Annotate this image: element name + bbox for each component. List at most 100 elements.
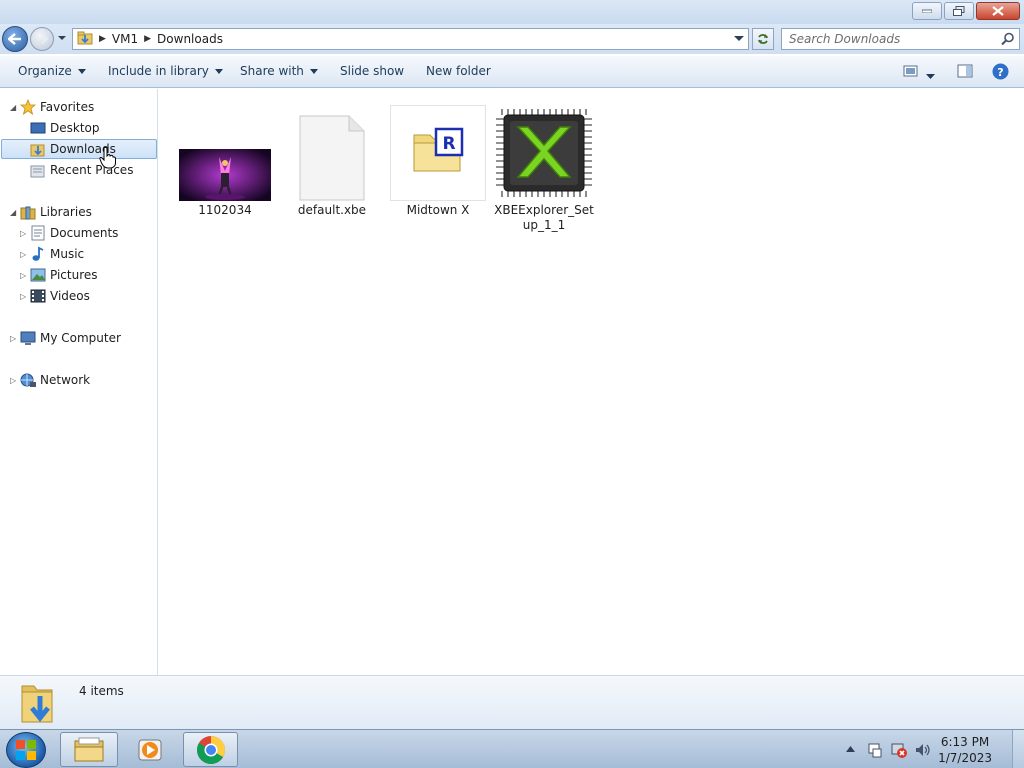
expand-music-toggle[interactable]: ▷ — [20, 250, 26, 259]
breadcrumb-separator[interactable]: ▶ — [144, 34, 151, 44]
chevron-down-icon — [214, 68, 223, 74]
svg-text:R: R — [442, 134, 455, 154]
taskbar-chrome-button[interactable] — [183, 732, 238, 767]
hand-cursor-icon — [99, 147, 116, 169]
file-item[interactable]: R Midtown X — [388, 97, 488, 218]
back-button[interactable] — [2, 26, 28, 52]
nav-libraries-label: Libraries — [40, 205, 92, 219]
forward-button[interactable] — [30, 27, 54, 51]
collapse-libraries-toggle[interactable]: ◢ — [10, 208, 16, 217]
preview-pane-button[interactable] — [957, 63, 973, 82]
nav-pictures-label: Pictures — [50, 268, 98, 282]
nav-videos-label: Videos — [50, 289, 90, 303]
share-with-button[interactable]: Share with — [240, 64, 318, 78]
expand-documents-toggle[interactable]: ▷ — [20, 229, 26, 238]
volume-icon[interactable] — [914, 742, 932, 758]
new-folder-button[interactable]: New folder — [426, 64, 491, 78]
collapse-favorites-toggle[interactable]: ◢ — [10, 103, 16, 112]
start-button[interactable] — [6, 732, 46, 768]
nav-videos[interactable]: Videos — [30, 286, 90, 306]
nav-network-label: Network — [40, 373, 91, 387]
video-thumbnail-icon — [175, 101, 275, 201]
title-bar — [0, 0, 1024, 24]
address-row: ▶ VM1 ▶ Downloads — [0, 24, 1024, 54]
breadcrumb-separator[interactable]: ▶ — [99, 34, 106, 44]
organize-label: Organize — [18, 64, 72, 78]
chrome-icon — [196, 735, 225, 764]
nav-documents-label: Documents — [50, 226, 119, 240]
videos-icon — [30, 288, 46, 304]
search-input[interactable] — [782, 29, 992, 49]
back-arrow-icon — [8, 33, 21, 45]
chevron-down-icon — [309, 68, 318, 74]
nav-music[interactable]: Music — [30, 244, 84, 264]
file-item[interactable]: XBEExplorer_Setup_1_1 — [494, 97, 594, 233]
navigation-pane: ◢ Favorites Desktop Downloads Recent Pla… — [0, 89, 158, 675]
taskbar-explorer-button[interactable] — [60, 732, 118, 767]
item-count: 4 items — [79, 684, 124, 698]
nav-my-computer[interactable]: My Computer — [20, 328, 121, 348]
minimize-button[interactable] — [912, 2, 942, 20]
nav-pictures[interactable]: Pictures — [30, 265, 98, 285]
breadcrumb-downloads[interactable]: Downloads — [157, 32, 223, 46]
expand-pictures-toggle[interactable]: ▷ — [20, 271, 26, 280]
expand-videos-toggle[interactable]: ▷ — [20, 292, 26, 301]
file-item[interactable]: default.xbe — [282, 101, 382, 218]
taskbar-media-player-button[interactable] — [122, 732, 180, 767]
file-name: Midtown X — [406, 203, 470, 217]
file-name: default.xbe — [297, 203, 367, 217]
taskbar: 6:13 PM 1/7/2023 — [0, 729, 1024, 768]
blank-file-icon — [282, 101, 382, 201]
restore-button[interactable] — [944, 2, 974, 20]
window-controls — [910, 2, 1020, 20]
close-button[interactable] — [976, 2, 1020, 20]
pictures-icon — [30, 267, 46, 283]
search-box[interactable] — [781, 28, 1020, 50]
nav-recent-places[interactable]: Recent Places — [30, 160, 133, 180]
nav-network[interactable]: Network — [20, 370, 90, 390]
nav-libraries[interactable]: Libraries — [20, 202, 92, 222]
system-clock[interactable]: 6:13 PM 1/7/2023 — [938, 734, 992, 766]
action-center-icon[interactable] — [867, 742, 883, 758]
breadcrumb-vm1[interactable]: VM1 — [112, 32, 138, 46]
nav-favorites[interactable]: Favorites — [20, 97, 94, 117]
refresh-button[interactable] — [752, 28, 774, 50]
expand-network-toggle[interactable]: ▷ — [10, 376, 16, 385]
include-in-library-button[interactable]: Include in library — [108, 64, 223, 78]
nav-music-label: Music — [50, 247, 85, 261]
clock-time: 6:13 PM — [940, 735, 990, 749]
network-icon — [20, 372, 36, 388]
preview-pane-icon — [957, 64, 973, 78]
recent-places-icon — [30, 162, 46, 178]
view-options-dropdown[interactable] — [926, 69, 935, 83]
show-desktop-button[interactable] — [1012, 730, 1024, 768]
new-folder-label: New folder — [426, 64, 491, 78]
chevron-down-icon — [926, 74, 935, 79]
expand-my-computer-toggle[interactable]: ▷ — [10, 334, 16, 343]
clock-date: 1/7/2023 — [938, 751, 992, 765]
details-pane: 4 items — [0, 675, 1024, 729]
show-hidden-icons-button[interactable] — [846, 746, 855, 752]
nav-documents[interactable]: Documents — [30, 223, 118, 243]
chevron-down-icon[interactable] — [734, 35, 744, 43]
network-status-icon[interactable] — [890, 741, 908, 759]
forward-arrow-icon — [37, 34, 48, 44]
organize-button[interactable]: Organize — [18, 64, 86, 78]
chevron-down-icon — [77, 68, 86, 74]
file-item[interactable]: 1102034 — [175, 101, 275, 218]
downloads-folder-icon — [18, 680, 58, 729]
change-view-button[interactable] — [903, 63, 919, 82]
explorer-icon — [74, 737, 104, 761]
search-icon[interactable] — [1001, 32, 1015, 46]
documents-icon — [30, 225, 46, 241]
slide-show-button[interactable]: Slide show — [340, 64, 404, 78]
nav-desktop[interactable]: Desktop — [30, 118, 100, 138]
address-bar[interactable]: ▶ VM1 ▶ Downloads — [72, 28, 749, 50]
recent-pages-dropdown[interactable] — [57, 33, 67, 43]
nav-favorites-label: Favorites — [40, 100, 95, 114]
help-button[interactable]: ? — [992, 63, 1009, 83]
svg-text:?: ? — [997, 66, 1003, 79]
slide-show-label: Slide show — [340, 64, 405, 78]
star-icon — [20, 99, 36, 115]
file-list: 1102034 default.xbe R Midtown X XBEExplo… — [159, 89, 1024, 675]
